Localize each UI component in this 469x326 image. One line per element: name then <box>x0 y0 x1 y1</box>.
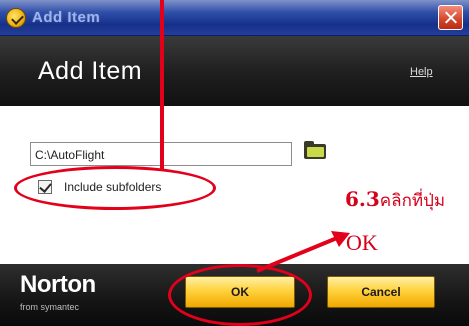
window-title: Add Item <box>32 9 101 26</box>
norton-logo-subtitle: from symantec <box>20 302 80 312</box>
annotation-step-number: 6.3 <box>345 187 380 211</box>
annotation-circle-ok <box>168 264 312 326</box>
cancel-button[interactable]: Cancel <box>327 276 435 308</box>
page-title: Add Item <box>38 57 143 85</box>
browse-button[interactable] <box>300 138 330 164</box>
norton-check-icon <box>6 8 26 28</box>
dialog-header: Add Item Help <box>0 36 469 106</box>
norton-logo: Norton <box>20 271 96 298</box>
title-bar[interactable]: Add Item <box>0 0 469 36</box>
annotation-step-text: 6.3คลิกที่ปุ่ม <box>345 187 445 214</box>
annotation-arrow <box>256 231 350 273</box>
annotation-circle-subfolders <box>14 166 216 210</box>
close-icon[interactable] <box>438 5 463 30</box>
help-link[interactable]: Help <box>410 66 433 78</box>
annotation-pointer-line <box>160 0 164 171</box>
annotation-step-instruction: คลิกที่ปุ่ม <box>379 191 446 211</box>
annotation-target-label: OK <box>346 230 378 255</box>
